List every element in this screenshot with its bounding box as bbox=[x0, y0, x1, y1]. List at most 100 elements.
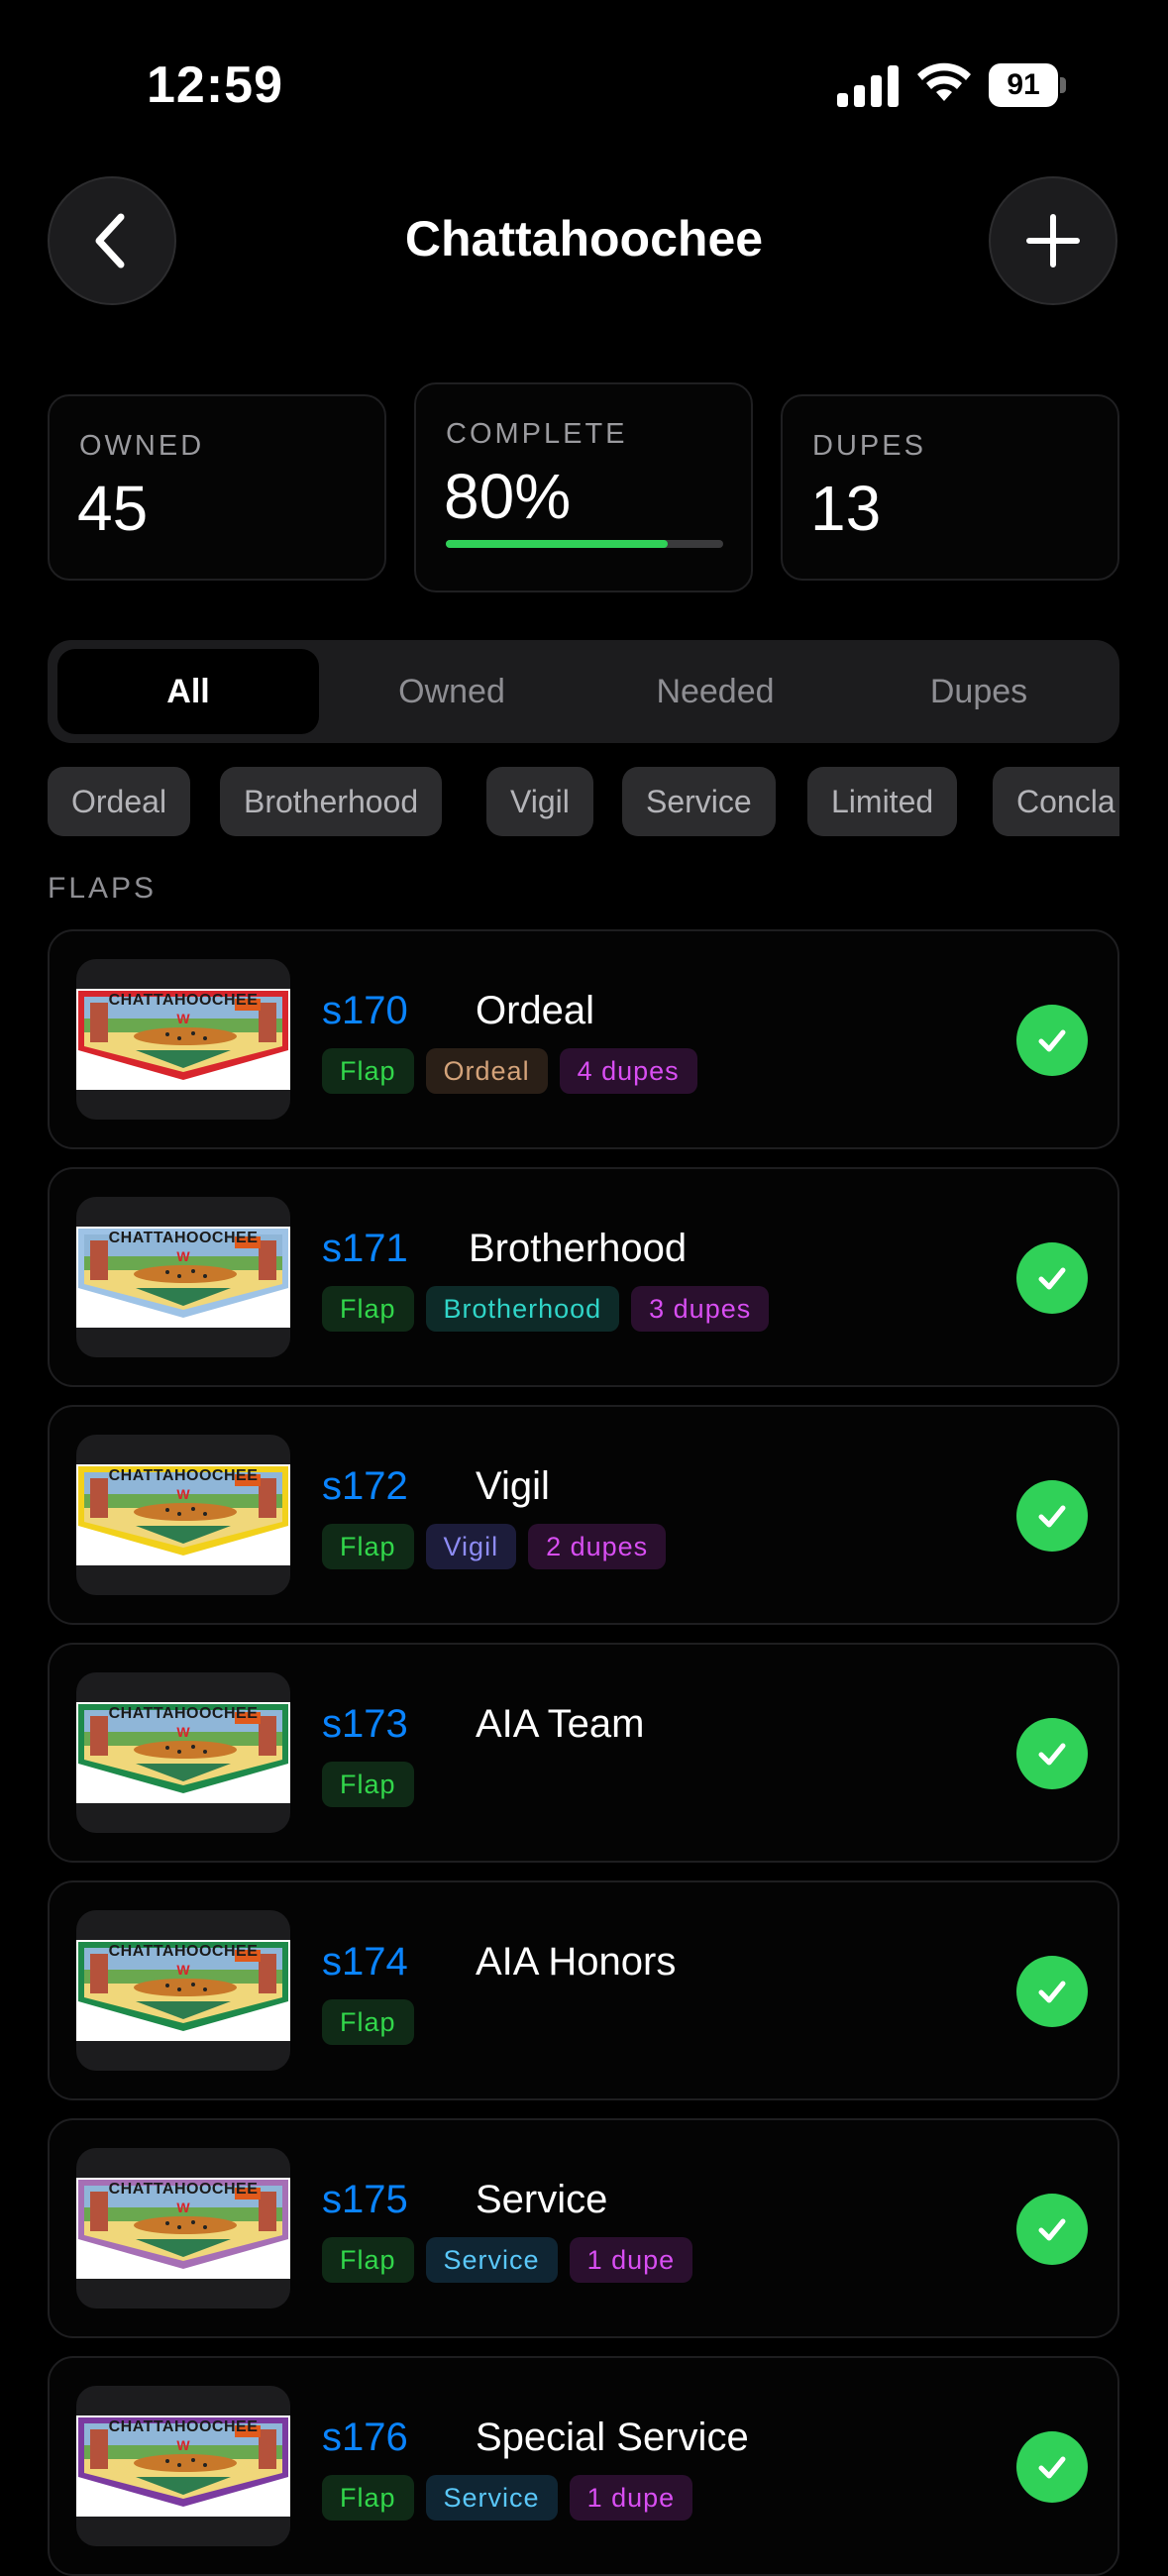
flap-name: AIA Team bbox=[476, 1702, 645, 1746]
patch-text: CHATTAHOOCHEE bbox=[108, 1705, 259, 1722]
segment-owned[interactable]: Owned bbox=[321, 649, 583, 734]
patch-emblem: W bbox=[176, 1962, 190, 1978]
patch-emblem: W bbox=[176, 1248, 190, 1264]
type-badge: Flap bbox=[322, 1999, 414, 2045]
flap-list-item[interactable]: CHATTAHOOCHEE Ws173 AIA Team Flap bbox=[48, 1643, 1119, 1863]
type-badge: Flap bbox=[322, 1286, 414, 1332]
patch-text: CHATTAHOOCHEE bbox=[108, 992, 259, 1009]
category-badge: Brotherhood bbox=[425, 1286, 620, 1332]
chip-conclave[interactable]: Concla bbox=[993, 767, 1119, 836]
type-badge: Flap bbox=[322, 1048, 414, 1094]
category-badge: Ordeal bbox=[425, 1048, 548, 1094]
owned-stat-card: OWNED 45 bbox=[48, 394, 386, 581]
dupes-label: DUPES bbox=[812, 430, 926, 462]
owned-checkmark-icon[interactable] bbox=[1016, 2194, 1088, 2265]
patch-emblem: W bbox=[176, 2200, 190, 2215]
flap-tags: Flap Brotherhood 3 dupes bbox=[322, 1286, 770, 1332]
flap-tags: Flap bbox=[322, 1762, 414, 1807]
add-button[interactable] bbox=[989, 176, 1117, 305]
section-header: FLAPS bbox=[48, 872, 158, 905]
flap-code: s173 bbox=[322, 1702, 408, 1746]
filter-segmented-control: All Owned Needed Dupes bbox=[48, 640, 1119, 743]
flap-list-item[interactable]: CHATTAHOOCHEE Ws170 Ordeal Flap Ordeal 4 dupe… bbox=[48, 929, 1119, 1149]
owned-checkmark-icon[interactable] bbox=[1016, 1956, 1088, 2027]
flap-list-item[interactable]: CHATTAHOOCHEE Ws171 Brotherhood Flap Brother… bbox=[48, 1167, 1119, 1387]
flap-name: Service bbox=[476, 2178, 608, 2221]
complete-value: 80% bbox=[444, 461, 572, 532]
plus-icon bbox=[1026, 214, 1080, 268]
patch-text: CHATTAHOOCHEE bbox=[108, 1230, 259, 1246]
patch-text: CHATTAHOOCHEE bbox=[108, 1467, 259, 1484]
dupes-badge: 2 dupes bbox=[528, 1524, 667, 1569]
dupes-value: 13 bbox=[810, 473, 882, 544]
owned-checkmark-icon[interactable] bbox=[1016, 1005, 1088, 1076]
dupes-stat-card: DUPES 13 bbox=[781, 394, 1119, 581]
category-chip-row: Ordeal Brotherhood Vigil Service Limited… bbox=[48, 767, 1119, 836]
flap-patch-image: CHATTAHOOCHEE W bbox=[76, 959, 290, 1120]
chip-brotherhood[interactable]: Brotherhood bbox=[220, 767, 443, 836]
flap-name: Ordeal bbox=[476, 989, 595, 1032]
type-badge: Flap bbox=[322, 1524, 414, 1569]
wifi-icon bbox=[917, 62, 971, 101]
flap-tags: Flap Vigil 2 dupes bbox=[322, 1524, 667, 1569]
chip-ordeal[interactable]: Ordeal bbox=[48, 767, 191, 836]
owned-label: OWNED bbox=[79, 430, 205, 462]
flap-list-item[interactable]: CHATTAHOOCHEE Ws174 AIA Honors Flap bbox=[48, 1880, 1119, 2100]
flap-patch-image: CHATTAHOOCHEE W bbox=[76, 1197, 290, 1357]
flap-patch-image: CHATTAHOOCHEE W bbox=[76, 2386, 290, 2546]
status-time: 12:59 bbox=[147, 56, 283, 114]
patch-text: CHATTAHOOCHEE bbox=[108, 2181, 259, 2198]
flap-name: AIA Honors bbox=[476, 1940, 677, 1984]
flap-code: s174 bbox=[322, 1940, 408, 1984]
flap-code: s175 bbox=[322, 2178, 408, 2221]
patch-emblem: W bbox=[176, 1724, 190, 1740]
owned-checkmark-icon[interactable] bbox=[1016, 1718, 1088, 1789]
category-badge: Vigil bbox=[425, 1524, 517, 1569]
completion-progress-fill bbox=[446, 540, 668, 548]
flap-patch-image: CHATTAHOOCHEE W bbox=[76, 1435, 290, 1595]
flap-name: Special Service bbox=[476, 2415, 749, 2459]
flap-code: s170 bbox=[322, 989, 408, 1032]
patch-text: CHATTAHOOCHEE bbox=[108, 1943, 259, 1960]
type-badge: Flap bbox=[322, 2237, 414, 2283]
flap-code: s176 bbox=[322, 2415, 408, 2459]
flap-list-item[interactable]: CHATTAHOOCHEE Ws175 Service Flap Service 1 du… bbox=[48, 2118, 1119, 2338]
owned-checkmark-icon[interactable] bbox=[1016, 1242, 1088, 1314]
flap-tags: Flap Service 1 dupe bbox=[322, 2475, 693, 2521]
flap-list-item[interactable]: CHATTAHOOCHEE Ws172 Vigil Flap Vigil 2 dupes bbox=[48, 1405, 1119, 1625]
dupes-badge: 3 dupes bbox=[631, 1286, 770, 1332]
flap-tags: Flap Service 1 dupe bbox=[322, 2237, 693, 2283]
chip-service[interactable]: Service bbox=[622, 767, 776, 836]
patch-text: CHATTAHOOCHEE bbox=[108, 2418, 259, 2435]
battery-icon: 91 bbox=[989, 63, 1066, 107]
battery-level: 91 bbox=[1007, 68, 1040, 101]
owned-value: 45 bbox=[77, 473, 149, 544]
flap-tags: Flap bbox=[322, 1999, 414, 2045]
flap-code: s171 bbox=[322, 1227, 408, 1270]
type-badge: Flap bbox=[322, 2475, 414, 2521]
owned-checkmark-icon[interactable] bbox=[1016, 2431, 1088, 2503]
patch-emblem: W bbox=[176, 1486, 190, 1502]
flap-patch-image: CHATTAHOOCHEE W bbox=[76, 1672, 290, 1833]
dupes-badge: 4 dupes bbox=[559, 1048, 697, 1094]
segment-needed[interactable]: Needed bbox=[584, 649, 846, 734]
complete-label: COMPLETE bbox=[446, 418, 628, 450]
flap-name: Vigil bbox=[476, 1464, 550, 1508]
chip-limited[interactable]: Limited bbox=[807, 767, 958, 836]
owned-checkmark-icon[interactable] bbox=[1016, 1480, 1088, 1552]
completion-progress-bar bbox=[446, 540, 723, 548]
flap-list-item[interactable]: CHATTAHOOCHEE Ws176 Special Service Flap Ser… bbox=[48, 2356, 1119, 2576]
segment-all[interactable]: All bbox=[57, 649, 319, 734]
flap-patch-image: CHATTAHOOCHEE W bbox=[76, 2148, 290, 2308]
category-badge: Service bbox=[425, 2475, 558, 2521]
flap-patch-image: CHATTAHOOCHEE W bbox=[76, 1910, 290, 2071]
flap-tags: Flap Ordeal 4 dupes bbox=[322, 1048, 697, 1094]
dupes-badge: 1 dupe bbox=[569, 2475, 693, 2521]
cellular-signal-icon bbox=[837, 65, 899, 107]
patch-emblem: W bbox=[176, 2437, 190, 2453]
patch-emblem: W bbox=[176, 1011, 190, 1026]
chip-vigil[interactable]: Vigil bbox=[486, 767, 593, 836]
type-badge: Flap bbox=[322, 1762, 414, 1807]
segment-dupes[interactable]: Dupes bbox=[848, 649, 1110, 734]
category-badge: Service bbox=[425, 2237, 558, 2283]
